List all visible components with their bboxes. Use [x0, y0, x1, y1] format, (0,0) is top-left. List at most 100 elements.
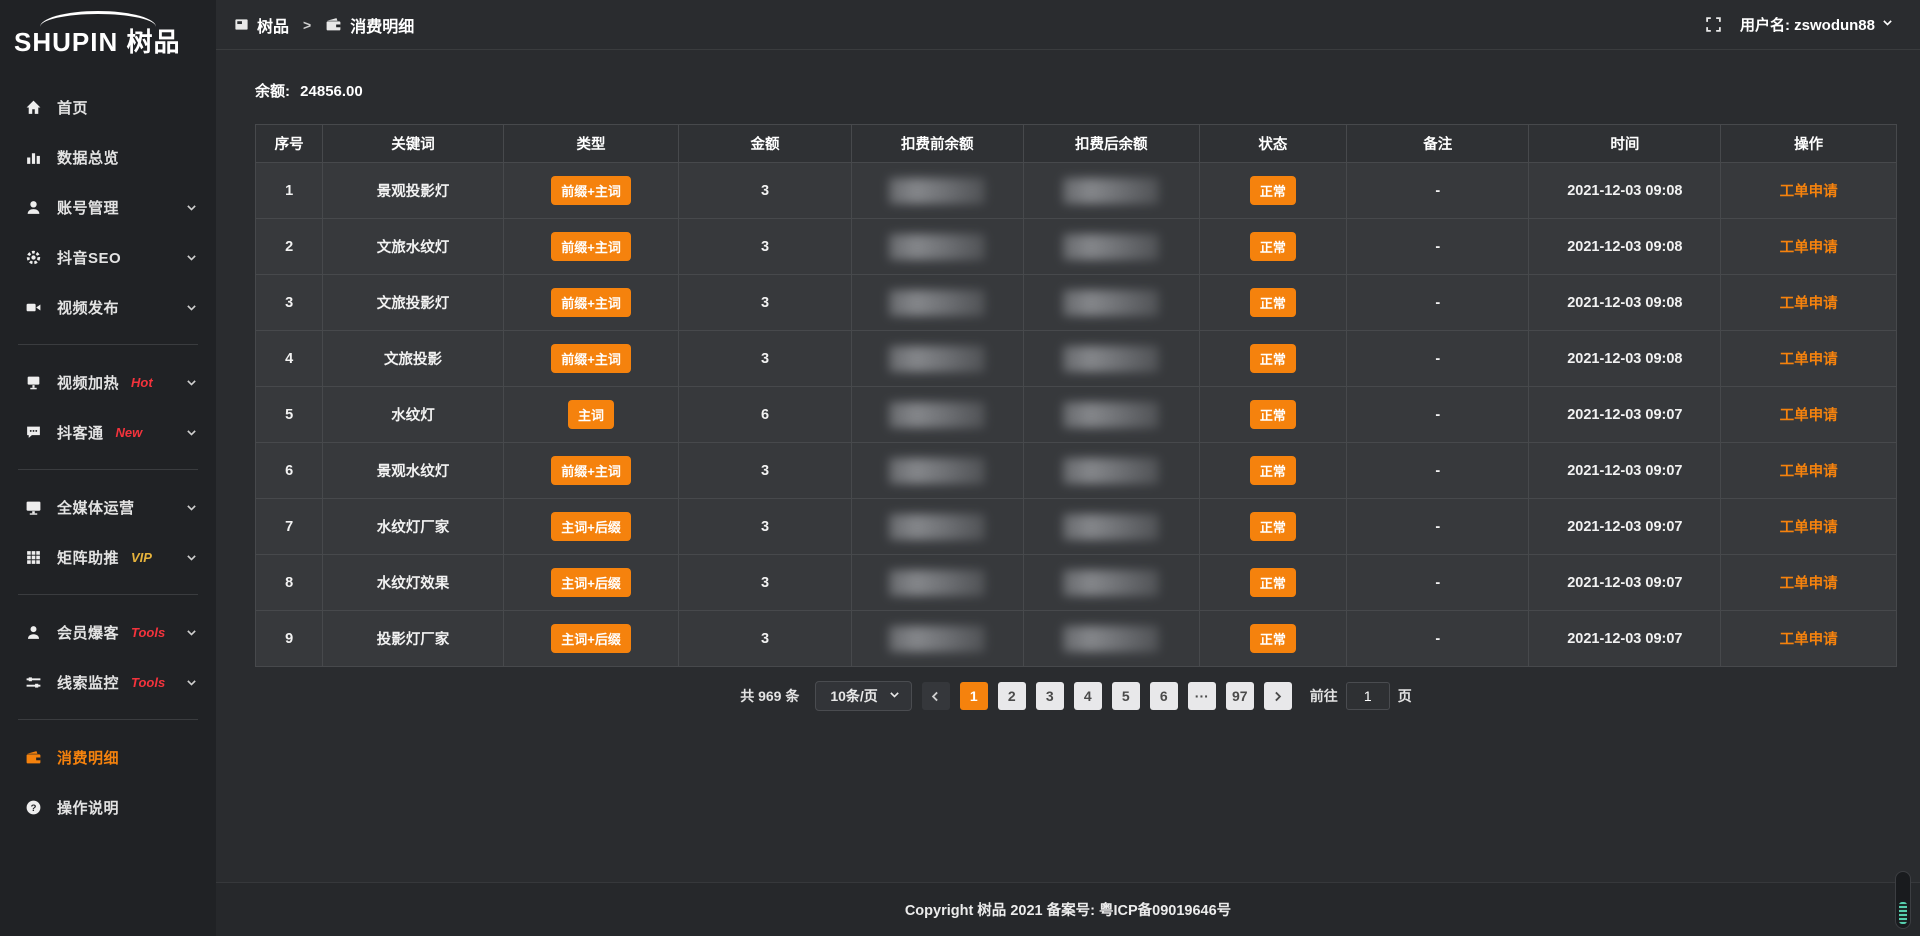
masked-balance-before: [889, 626, 985, 652]
cell-type: 主词+后缀: [503, 555, 679, 611]
masked-balance-before: [889, 346, 985, 372]
page-number-button[interactable]: 5: [1112, 682, 1140, 710]
cell-remark: -: [1347, 611, 1529, 667]
goto-suffix: 页: [1398, 686, 1412, 706]
work-order-link[interactable]: 工单申请: [1780, 240, 1838, 256]
sidebar-item-label: 线索监控: [57, 672, 119, 693]
cell-remark: -: [1347, 163, 1529, 219]
sidebar-item[interactable]: 账号管理: [0, 182, 216, 232]
sidebar-item[interactable]: 消费明细: [0, 732, 216, 782]
cell-index: 7: [256, 499, 323, 555]
cell-balance-after: [1023, 275, 1199, 331]
chevron-down-icon: [185, 501, 198, 514]
sidebar-item[interactable]: 首页: [0, 82, 216, 132]
chevron-down-icon: [185, 251, 198, 264]
work-order-link[interactable]: 工单申请: [1780, 296, 1838, 312]
goto-label: 前往: [1310, 686, 1338, 706]
chevron-down-icon: [185, 676, 198, 689]
cell-time: 2021-12-03 09:07: [1529, 387, 1721, 443]
cell-status: 正常: [1199, 331, 1347, 387]
status-badge: 正常: [1250, 512, 1296, 541]
work-order-link[interactable]: 工单申请: [1780, 184, 1838, 200]
cell-type: 前缀+主词: [503, 275, 679, 331]
table-row: 4 文旅投影 前缀+主词 3 正常 - 2021-12-03 09:08 工单申…: [256, 331, 1897, 387]
column-header: 状态: [1199, 125, 1347, 163]
cell-action: 工单申请: [1721, 275, 1897, 331]
cell-amount: 3: [679, 163, 851, 219]
cell-remark: -: [1347, 499, 1529, 555]
masked-balance-before: [889, 402, 985, 428]
masked-balance-after: [1063, 178, 1159, 204]
work-order-link[interactable]: 工单申请: [1780, 632, 1838, 648]
masked-balance-after: [1063, 346, 1159, 372]
cell-balance-before: [851, 163, 1023, 219]
page-number-button[interactable]: 97: [1226, 682, 1254, 710]
table-row: 8 水纹灯效果 主词+后缀 3 正常 - 2021-12-03 09:07 工单…: [256, 555, 1897, 611]
page-number-button[interactable]: 1: [960, 682, 988, 710]
page-number-button[interactable]: 4: [1074, 682, 1102, 710]
sidebar-item[interactable]: 会员爆客 Tools: [0, 607, 216, 657]
table-row: 1 景观投影灯 前缀+主词 3 正常 - 2021-12-03 09:08 工单…: [256, 163, 1897, 219]
sidebar-item[interactable]: 线索监控 Tools: [0, 657, 216, 707]
mini-console-widget[interactable]: [1895, 871, 1911, 929]
sidebar-item[interactable]: 矩阵助推 VIP: [0, 532, 216, 582]
type-badge: 前缀+主词: [551, 456, 631, 485]
cell-time: 2021-12-03 09:07: [1529, 611, 1721, 667]
sidebar-item[interactable]: 抖音SEO: [0, 232, 216, 282]
page-size-select[interactable]: 10条/页: [815, 681, 911, 711]
cell-keyword: 景观水纹灯: [323, 443, 504, 499]
cell-action: 工单申请: [1721, 499, 1897, 555]
cell-keyword: 文旅投影灯: [323, 275, 504, 331]
cell-amount: 3: [679, 555, 851, 611]
sidebar-item[interactable]: 视频加热 Hot: [0, 357, 216, 407]
sidebar-item[interactable]: ? 操作说明: [0, 782, 216, 832]
masked-balance-after: [1063, 626, 1159, 652]
sidebar-item[interactable]: 全媒体运营: [0, 482, 216, 532]
breadcrumb-item[interactable]: 消费明细: [350, 13, 414, 37]
page-number-button[interactable]: 6: [1150, 682, 1178, 710]
user-menu[interactable]: 用户名: zswodun88: [1740, 14, 1894, 35]
sidebar-item-label: 账号管理: [57, 197, 119, 218]
breadcrumb-item[interactable]: 树品: [257, 13, 289, 37]
status-badge: 正常: [1250, 288, 1296, 317]
cell-action: 工单申请: [1721, 163, 1897, 219]
table-row: 2 文旅水纹灯 前缀+主词 3 正常 - 2021-12-03 09:08 工单…: [256, 219, 1897, 275]
bar-chart-icon: [24, 148, 42, 166]
fullscreen-icon[interactable]: [1705, 16, 1722, 33]
cell-remark: -: [1347, 275, 1529, 331]
sidebar-item[interactable]: 视频发布: [0, 282, 216, 332]
consumption-table: 序号关键词类型金额扣费前余额扣费后余额状态备注时间操作 1 景观投影灯 前缀+主…: [255, 124, 1897, 667]
menu-tag: Hot: [131, 375, 153, 390]
home-icon: [24, 98, 42, 116]
prev-page-button[interactable]: [922, 682, 950, 710]
balance-value: 24856.00: [300, 83, 363, 100]
cell-type: 主词+后缀: [503, 499, 679, 555]
work-order-link[interactable]: 工单申请: [1780, 352, 1838, 368]
type-badge: 主词: [568, 400, 614, 429]
masked-balance-before: [889, 290, 985, 316]
page-number-button[interactable]: 2: [998, 682, 1026, 710]
status-badge: 正常: [1250, 456, 1296, 485]
work-order-link[interactable]: 工单申请: [1780, 576, 1838, 592]
sidebar-item[interactable]: 数据总览: [0, 132, 216, 182]
cell-index: 5: [256, 387, 323, 443]
pagination: 共 969 条 10条/页 123456···97 前往 页: [255, 681, 1897, 711]
sidebar-divider: [18, 719, 198, 720]
page-number-button[interactable]: 3: [1036, 682, 1064, 710]
chevron-down-icon: [185, 426, 198, 439]
content-area: 树品> 消费明细 用户名: zswodun88 余额: 24856.00 序号关…: [216, 0, 1920, 936]
cell-status: 正常: [1199, 499, 1347, 555]
cell-balance-after: [1023, 499, 1199, 555]
goto-page-input[interactable]: [1346, 682, 1390, 710]
next-page-button[interactable]: [1264, 682, 1292, 710]
sidebar-item[interactable]: 抖客通 New: [0, 407, 216, 457]
work-order-link[interactable]: 工单申请: [1780, 464, 1838, 480]
top-bar: 树品> 消费明细 用户名: zswodun88: [216, 0, 1920, 50]
work-order-link[interactable]: 工单申请: [1780, 520, 1838, 536]
sidebar-item-label: 抖音SEO: [57, 247, 121, 268]
cell-balance-before: [851, 499, 1023, 555]
cell-type: 主词: [503, 387, 679, 443]
work-order-link[interactable]: 工单申请: [1780, 408, 1838, 424]
page-ellipsis-button[interactable]: ···: [1188, 682, 1216, 710]
cell-action: 工单申请: [1721, 611, 1897, 667]
